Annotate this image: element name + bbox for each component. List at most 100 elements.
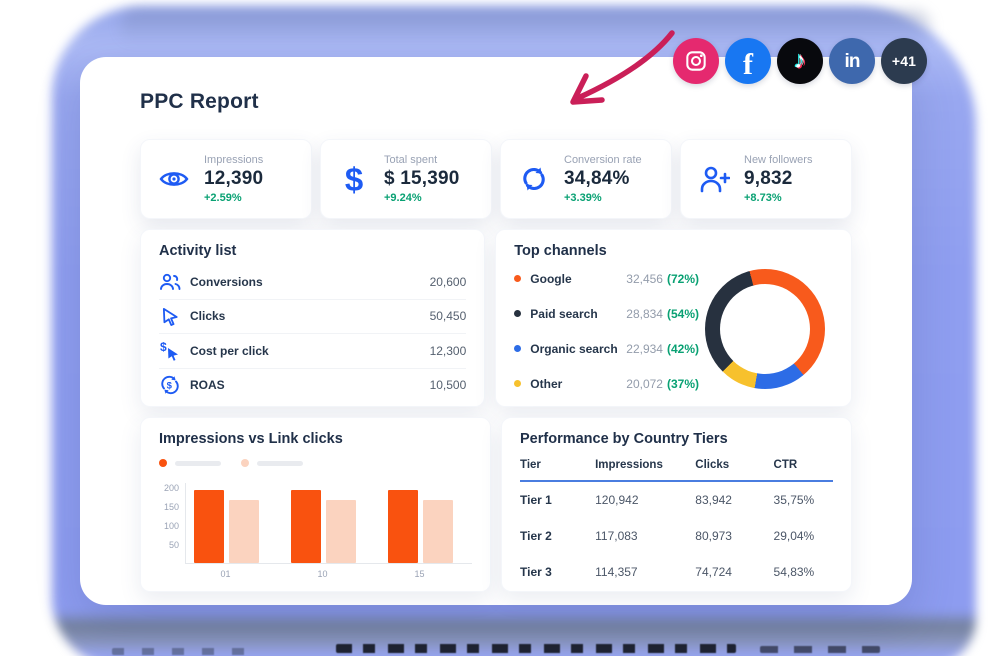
legend-dot — [159, 459, 167, 467]
legend-dot — [514, 345, 521, 352]
cell-impressions: 114,357 — [595, 565, 695, 579]
facebook-icon[interactable]: f — [725, 38, 771, 84]
list-item-label: Clicks — [190, 309, 225, 323]
list-item-label: ROAS — [190, 378, 225, 392]
legend-dot — [514, 380, 521, 387]
bar-impressions — [194, 490, 224, 563]
hand-drawn-arrow-icon — [550, 26, 678, 120]
eye-icon — [154, 167, 194, 191]
list-item-value: 10,500 — [430, 378, 467, 392]
y-tick: 200 — [164, 484, 179, 493]
table-row: Tier 3 114,357 74,724 54,83% — [520, 554, 833, 590]
cell-ctr: 35,75% — [774, 493, 833, 507]
bar-chart: 200 150 100 50 — [159, 483, 472, 579]
kpi-value: 34,84% — [564, 168, 642, 190]
legend-label-placeholder — [175, 461, 221, 466]
channel-value: 20,072 — [626, 377, 663, 391]
column-header: Clicks — [695, 459, 773, 471]
kpi-delta: +9.24% — [384, 192, 460, 204]
linkedin-glyph: in — [845, 52, 860, 71]
table-panel: Performance by Country Tiers Tier Impres… — [501, 417, 852, 592]
cell-ctr: 54,83% — [774, 565, 833, 579]
roas-icon: $ — [159, 375, 181, 395]
kpi-card-total-spent: $ Total spent $ 15,390 +9.24% — [320, 139, 492, 219]
tiktok-icon[interactable]: ♪ — [777, 38, 823, 84]
kpi-card-impressions: Impressions 12,390 +2.59% — [140, 139, 312, 219]
kpi-text: Impressions 12,390 +2.59% — [204, 154, 263, 204]
legend-item — [241, 459, 303, 467]
column-header: CTR — [774, 459, 833, 471]
cell-clicks: 74,724 — [695, 565, 773, 579]
background-glitch-marks — [112, 648, 262, 655]
chart-legend — [159, 459, 472, 467]
legend-dot — [514, 275, 521, 282]
list-item: Conversions 20,600 — [159, 265, 466, 300]
channel-label: Paid search — [530, 307, 626, 321]
kpi-delta: +3.39% — [564, 192, 642, 204]
sync-icon — [514, 164, 554, 194]
channels-panel: Top channels Google 32,456 (72%) Paid se… — [495, 229, 852, 407]
background-glitch-marks — [336, 644, 736, 653]
svg-text:$: $ — [160, 341, 167, 354]
kpi-delta: +2.59% — [204, 192, 263, 204]
table-row: Tier 1 120,942 83,942 35,75% — [520, 482, 833, 518]
list-item: Clicks 50,450 — [159, 300, 466, 335]
list-item: $ ROAS 10,500 — [159, 369, 466, 403]
kpi-label: Impressions — [204, 154, 263, 166]
cell-clicks: 80,973 — [695, 529, 773, 543]
kpi-card-new-followers: New followers 9,832 +8.73% — [680, 139, 852, 219]
channel-percent: (42%) — [667, 342, 699, 356]
channel-value: 22,934 — [626, 342, 663, 356]
cell-tier: Tier 3 — [520, 565, 595, 579]
background-glitch-marks — [760, 646, 880, 653]
kpi-value: 12,390 — [204, 168, 263, 190]
tiktok-glyph: ♪ — [794, 49, 806, 73]
bar-group — [194, 490, 259, 563]
bar-link-clicks — [229, 500, 259, 563]
bar-impressions — [291, 490, 321, 563]
cell-tier: Tier 1 — [520, 493, 595, 507]
bar-impressions — [388, 490, 418, 563]
country-tiers-table: Tier Impressions Clicks CTR Tier 1 120,9… — [520, 459, 833, 590]
activity-title: Activity list — [159, 243, 466, 259]
list-item-label: Conversions — [190, 275, 263, 289]
plot-area — [185, 483, 472, 564]
list-item: Other 20,072 (37%) — [514, 366, 699, 401]
social-icons: f ♪ in +41 — [673, 38, 927, 84]
channel-value: 32,456 — [626, 272, 663, 286]
kpi-text: Total spent $ 15,390 +9.24% — [384, 154, 460, 204]
linkedin-icon[interactable]: in — [829, 38, 875, 84]
bar-link-clicks — [326, 500, 356, 563]
channels-list: Google 32,456 (72%) Paid search 28,834 (… — [514, 261, 699, 401]
facebook-glyph: f — [743, 50, 753, 80]
column-header: Tier — [520, 459, 595, 471]
kpi-row: Impressions 12,390 +2.59% $ Total spent … — [140, 139, 852, 219]
list-item-value: 20,600 — [430, 275, 467, 289]
cell-impressions: 117,083 — [595, 529, 695, 543]
kpi-label: Conversion rate — [564, 154, 642, 166]
dollar-icon: $ — [334, 163, 374, 196]
x-axis: 01 10 15 — [185, 569, 472, 579]
list-item: Google 32,456 (72%) — [514, 261, 699, 296]
more-networks-badge[interactable]: +41 — [881, 38, 927, 84]
bar-group — [388, 490, 453, 563]
kpi-value: 9,832 — [744, 168, 812, 190]
list-item: Organic search 22,934 (42%) — [514, 331, 699, 366]
bar-link-clicks — [423, 500, 453, 563]
cursor-icon — [159, 307, 181, 326]
dollar-cursor-icon: $ — [159, 341, 181, 361]
table-row: Tier 2 117,083 80,973 29,04% — [520, 518, 833, 554]
channel-value: 28,834 — [626, 307, 663, 321]
instagram-icon[interactable] — [673, 38, 719, 84]
page: PPC Report Impressions 12,390 +2.59% — [0, 0, 992, 656]
cell-tier: Tier 2 — [520, 529, 595, 543]
channel-label: Google — [530, 272, 626, 286]
kpi-text: Conversion rate 34,84% +3.39% — [564, 154, 642, 204]
report-card: PPC Report Impressions 12,390 +2.59% — [80, 57, 912, 605]
bar-chart-panel: Impressions vs Link clicks 200 150 — [140, 417, 491, 592]
kpi-label: Total spent — [384, 154, 460, 166]
bar-group — [291, 490, 356, 563]
activity-panel: Activity list Conversions 20,600 — [140, 229, 485, 407]
channel-label: Organic search — [530, 342, 626, 356]
kpi-text: New followers 9,832 +8.73% — [744, 154, 812, 204]
